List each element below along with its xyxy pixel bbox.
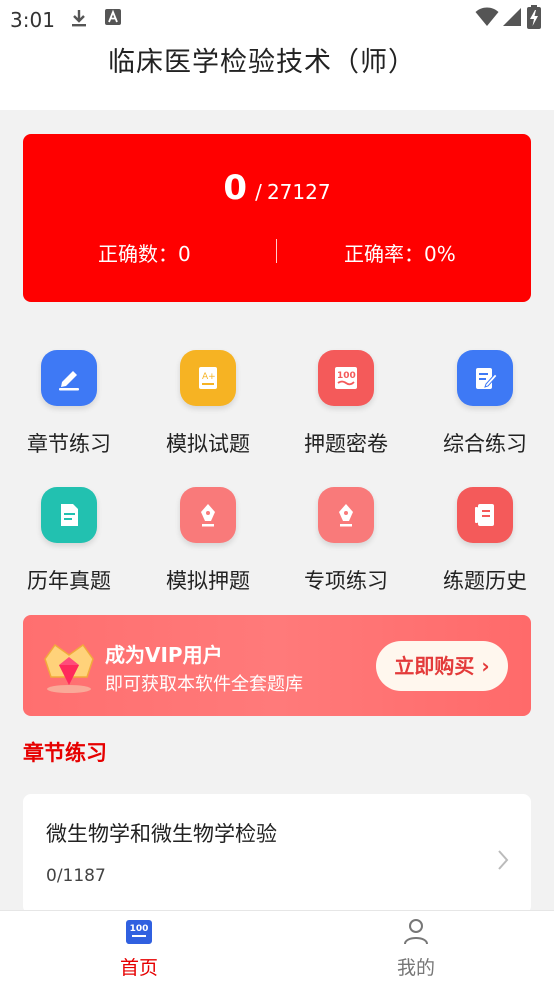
app-bar: 临床医学检验技术（师）: [0, 38, 554, 110]
answered-count: 0: [223, 168, 248, 208]
tab-home-label: 首页: [119, 957, 158, 979]
score-line: 0 / 27127: [23, 168, 531, 208]
menu-mock-predict[interactable]: 模拟押题: [144, 487, 272, 607]
bottom-tab-bar: 100 首页 我的: [0, 910, 554, 985]
score-100-icon: 100: [318, 350, 374, 406]
correct-count: 正确数：0: [98, 242, 191, 266]
vip-banner[interactable]: 成为VIP用户 即可获取本软件全套题库 立即购买 ›: [23, 615, 531, 716]
correct-rate: 正确率：0%: [344, 242, 456, 266]
home-100-icon: 100: [126, 920, 152, 944]
menu-practice-history[interactable]: 练题历史: [421, 487, 549, 607]
pen-nib-icon: [318, 487, 374, 543]
total-questions: 27127: [266, 180, 331, 204]
menu-comprehensive-practice[interactable]: 综合练习: [421, 350, 549, 470]
pencil-ruler-icon: [41, 350, 97, 406]
download-icon: [72, 10, 86, 27]
svg-text:100: 100: [337, 371, 356, 381]
tab-home[interactable]: 100 首页: [79, 911, 199, 985]
menu-label: 专项练习: [304, 569, 388, 593]
signal-icon: [503, 8, 521, 26]
chevron-right-icon: ›: [481, 654, 490, 678]
chevron-right-icon: [498, 850, 509, 870]
score-separator: /: [255, 180, 262, 204]
menu-label: 历年真题: [27, 569, 111, 593]
exam-paper-icon: A+: [180, 350, 236, 406]
menu-past-exams[interactable]: 历年真题: [5, 487, 133, 607]
tab-mine-label: 我的: [396, 957, 435, 979]
chapter-list-item[interactable]: 微生物学和微生物学检验 0/1187: [23, 794, 531, 914]
status-bar: 3:01: [0, 0, 554, 38]
buy-now-label: 立即购买: [394, 654, 475, 678]
crown-diamond-icon: [44, 643, 94, 693]
section-title: 章节练习: [23, 741, 107, 765]
chapter-name: 微生物学和微生物学检验: [46, 822, 277, 846]
menu-chapter-practice[interactable]: 章节练习: [5, 350, 133, 470]
vip-subtitle: 即可获取本软件全套题库: [105, 674, 303, 695]
svg-text:A+: A+: [202, 372, 216, 382]
menu-label: 模拟试题: [166, 432, 250, 456]
menu-mock-exam[interactable]: A+ 模拟试题: [144, 350, 272, 470]
menu-special-practice[interactable]: 专项练习: [282, 487, 410, 607]
menu-label: 练题历史: [443, 569, 527, 593]
menu-label: 押题密卷: [304, 432, 388, 456]
vip-title: 成为VIP用户: [105, 643, 223, 667]
tab-mine[interactable]: 我的: [356, 911, 476, 985]
stats-card: 0 / 27127 正确数：0 正确率：0%: [23, 134, 531, 302]
stats-divider: [276, 239, 277, 263]
battery-charging-icon: [527, 5, 541, 29]
user-icon: [404, 919, 428, 945]
menu-label: 章节练习: [27, 432, 111, 456]
status-time: 3:01: [10, 8, 55, 32]
text-a-icon: [105, 9, 121, 25]
menu-label: 综合练习: [443, 432, 527, 456]
document-edit-icon: [457, 350, 513, 406]
menu-label: 模拟押题: [166, 569, 250, 593]
document-icon: [41, 487, 97, 543]
page-title: 临床医学检验技术（师）: [108, 47, 416, 78]
home-icon-text: 100: [130, 924, 149, 934]
notebook-icon: [457, 487, 513, 543]
pen-nib-icon: [180, 487, 236, 543]
buy-now-button[interactable]: 立即购买 ›: [376, 641, 508, 691]
chapter-progress: 0/1187: [46, 866, 106, 886]
menu-secret-paper[interactable]: 100 押题密卷: [282, 350, 410, 470]
wifi-icon: [475, 7, 499, 26]
